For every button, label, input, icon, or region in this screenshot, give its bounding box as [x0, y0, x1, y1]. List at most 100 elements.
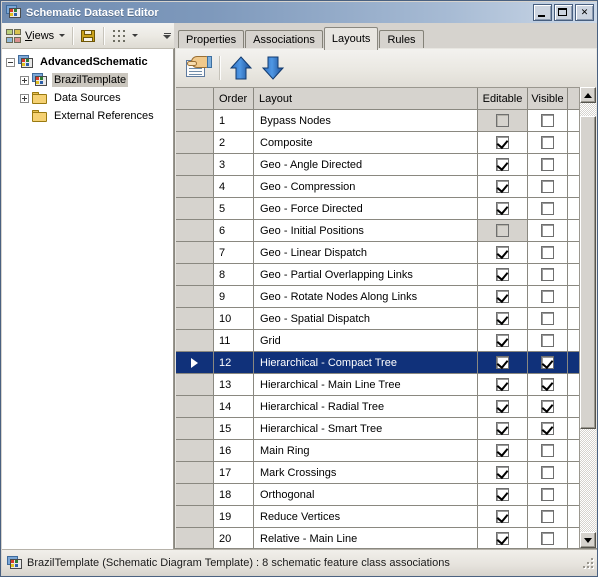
- visible-cell[interactable]: [528, 286, 568, 307]
- cell-order[interactable]: 17: [214, 462, 254, 483]
- editable-checkbox[interactable]: [496, 268, 509, 282]
- visible-cell[interactable]: [528, 330, 568, 351]
- editable-checkbox[interactable]: [496, 422, 509, 436]
- cell-layout[interactable]: Geo - Initial Positions: [254, 220, 478, 241]
- cell-layout[interactable]: Geo - Angle Directed: [254, 154, 478, 175]
- editable-cell[interactable]: [478, 110, 528, 131]
- visible-checkbox[interactable]: [541, 532, 554, 545]
- editable-cell[interactable]: [478, 286, 528, 307]
- cell-order[interactable]: 19: [214, 506, 254, 527]
- editable-cell[interactable]: [478, 374, 528, 395]
- editable-checkbox[interactable]: [496, 378, 509, 392]
- cell-order[interactable]: 11: [214, 330, 254, 351]
- cell-order[interactable]: 3: [214, 154, 254, 175]
- editable-cell[interactable]: [478, 506, 528, 527]
- grid-header-editable[interactable]: Editable: [478, 88, 528, 109]
- row-selector-cell[interactable]: [176, 396, 214, 417]
- visible-checkbox[interactable]: [541, 180, 554, 193]
- table-row[interactable]: 16 Main Ring: [176, 440, 596, 462]
- cell-layout[interactable]: Hierarchical - Smart Tree: [254, 418, 478, 439]
- scroll-down-button[interactable]: [580, 532, 596, 548]
- table-row[interactable]: 3 Geo - Angle Directed: [176, 154, 596, 176]
- views-dropdown-arrow-icon[interactable]: [59, 34, 66, 37]
- grid-header-visible[interactable]: Visible: [528, 88, 568, 109]
- editable-checkbox[interactable]: [496, 444, 509, 458]
- table-row[interactable]: 6 Geo - Initial Positions: [176, 220, 596, 242]
- table-row[interactable]: 5 Geo - Force Directed: [176, 198, 596, 220]
- table-row[interactable]: 4 Geo - Compression: [176, 176, 596, 198]
- editable-checkbox[interactable]: [496, 356, 509, 370]
- tab-associations[interactable]: Associations: [245, 30, 323, 49]
- editable-checkbox[interactable]: [496, 334, 509, 348]
- cell-layout[interactable]: Geo - Rotate Nodes Along Links: [254, 286, 478, 307]
- row-selector-cell[interactable]: [176, 374, 214, 395]
- cell-layout[interactable]: Relative - Main Line: [254, 528, 478, 548]
- schematic-tree-panel[interactable]: AdvancedSchematic BrazilTemplate Data So…: [2, 49, 174, 549]
- cell-layout[interactable]: Hierarchical - Main Line Tree: [254, 374, 478, 395]
- tab-properties[interactable]: Properties: [178, 30, 245, 49]
- editable-cell[interactable]: [478, 264, 528, 285]
- table-row[interactable]: 14 Hierarchical - Radial Tree: [176, 396, 596, 418]
- cell-order[interactable]: 7: [214, 242, 254, 263]
- cell-layout[interactable]: Reduce Vertices: [254, 506, 478, 527]
- visible-checkbox[interactable]: [541, 444, 554, 457]
- editable-cell[interactable]: [478, 352, 528, 373]
- cell-order[interactable]: 6: [214, 220, 254, 241]
- tree-node-braziltemplate[interactable]: BrazilTemplate: [2, 71, 173, 89]
- visible-cell[interactable]: [528, 418, 568, 439]
- editable-cell[interactable]: [478, 330, 528, 351]
- visible-checkbox[interactable]: [541, 488, 554, 501]
- editable-cell[interactable]: [478, 528, 528, 548]
- row-selector-cell[interactable]: [176, 440, 214, 461]
- cell-order[interactable]: 14: [214, 396, 254, 417]
- resize-grip[interactable]: [581, 556, 595, 570]
- table-row[interactable]: 18 Orthogonal: [176, 484, 596, 506]
- visible-checkbox[interactable]: [541, 202, 554, 215]
- move-down-button[interactable]: [257, 52, 289, 84]
- table-row[interactable]: 17 Mark Crossings: [176, 462, 596, 484]
- save-button[interactable]: [76, 24, 100, 48]
- visible-checkbox[interactable]: [541, 246, 554, 259]
- table-row[interactable]: 11 Grid: [176, 330, 596, 352]
- visible-cell[interactable]: [528, 176, 568, 197]
- table-row[interactable]: 13 Hierarchical - Main Line Tree: [176, 374, 596, 396]
- visible-cell[interactable]: [528, 264, 568, 285]
- layouts-grid[interactable]: Order Layout Editable Visible 1 Bypass No…: [176, 87, 596, 548]
- cell-layout[interactable]: Hierarchical - Radial Tree: [254, 396, 478, 417]
- visible-checkbox[interactable]: [541, 466, 554, 479]
- visible-cell[interactable]: [528, 110, 568, 131]
- visible-cell[interactable]: [528, 484, 568, 505]
- visible-cell[interactable]: [528, 220, 568, 241]
- table-row[interactable]: 9 Geo - Rotate Nodes Along Links: [176, 286, 596, 308]
- row-selector-cell[interactable]: [176, 484, 214, 505]
- visible-cell[interactable]: [528, 352, 568, 373]
- cell-layout[interactable]: Orthogonal: [254, 484, 478, 505]
- title-bar[interactable]: Schematic Dataset Editor ✕: [2, 2, 597, 23]
- visible-cell[interactable]: [528, 132, 568, 153]
- cell-order[interactable]: 4: [214, 176, 254, 197]
- layout-properties-button[interactable]: [182, 52, 214, 84]
- row-selector-cell[interactable]: [176, 242, 214, 263]
- row-selector-cell[interactable]: [176, 220, 214, 241]
- grid-vertical-scrollbar[interactable]: [579, 87, 596, 548]
- row-selector-cell[interactable]: [176, 462, 214, 483]
- editable-checkbox[interactable]: [496, 136, 509, 150]
- cell-layout[interactable]: Geo - Partial Overlapping Links: [254, 264, 478, 285]
- row-selector-cell[interactable]: [176, 330, 214, 351]
- editable-cell[interactable]: [478, 440, 528, 461]
- tab-layouts[interactable]: Layouts: [323, 27, 379, 50]
- editable-cell[interactable]: [478, 308, 528, 329]
- visible-cell[interactable]: [528, 506, 568, 527]
- row-selector-cell[interactable]: [176, 264, 214, 285]
- visible-cell[interactable]: [528, 308, 568, 329]
- cell-layout[interactable]: Bypass Nodes: [254, 110, 478, 131]
- row-selector-cell[interactable]: [176, 176, 214, 197]
- editable-cell[interactable]: [478, 242, 528, 263]
- editable-checkbox[interactable]: [496, 510, 509, 524]
- row-selector-cell[interactable]: [176, 528, 214, 548]
- cell-layout[interactable]: Geo - Linear Dispatch: [254, 242, 478, 263]
- row-selector-cell[interactable]: [176, 154, 214, 175]
- visible-checkbox[interactable]: [541, 378, 554, 392]
- editable-checkbox[interactable]: [496, 180, 509, 194]
- editable-checkbox[interactable]: [496, 158, 509, 172]
